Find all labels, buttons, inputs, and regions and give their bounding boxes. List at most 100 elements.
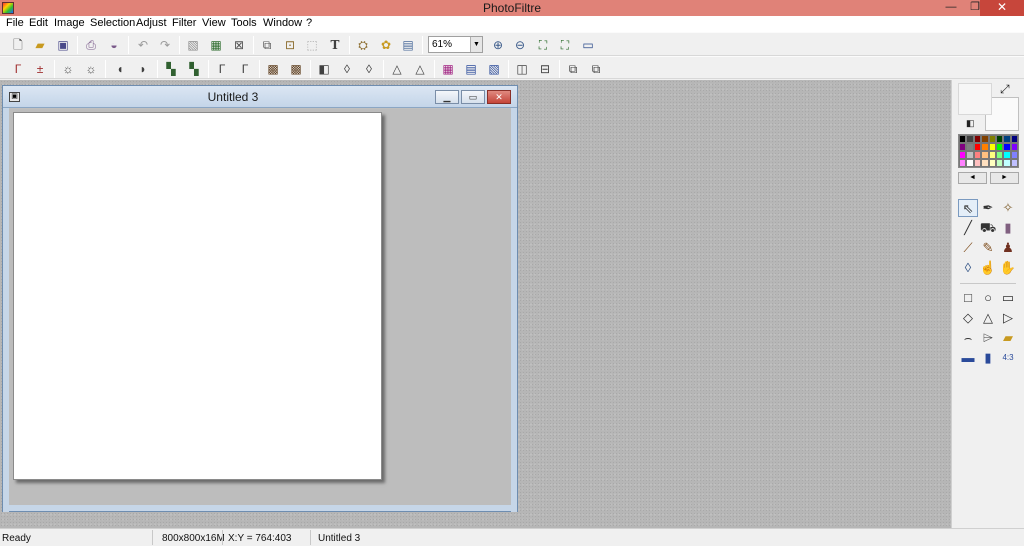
contrast-minus-icon[interactable]: ◖ (112, 61, 128, 77)
soften-icon[interactable]: ◧ (316, 61, 332, 77)
palette-swatch[interactable] (981, 151, 989, 159)
chevron-down-icon[interactable]: ▼ (470, 37, 482, 52)
noise-filter-icon[interactable]: ▩ (288, 61, 304, 77)
menu-help[interactable]: ? (306, 17, 312, 29)
palette-swatch[interactable] (959, 159, 967, 167)
saturation-minus-icon[interactable]: ▚ (163, 61, 179, 77)
palette-swatch[interactable] (966, 151, 974, 159)
close-button[interactable]: ✕ (980, 0, 1024, 16)
diamond-shape-icon[interactable]: ◇ (958, 309, 978, 327)
right-triangle-shape-icon[interactable]: ▷ (998, 309, 1018, 327)
palette-swatch[interactable] (1010, 135, 1018, 143)
foreground-color-swatch[interactable] (958, 83, 992, 115)
eyedropper-icon[interactable]: ✒ (978, 199, 998, 217)
fit-window-icon[interactable]: ⛶ (557, 37, 573, 53)
palette-swatch[interactable] (995, 143, 1004, 151)
rectangle-shape-icon[interactable]: □ (958, 289, 978, 307)
aspect-ratio-icon[interactable]: 4:3 (998, 349, 1018, 367)
palette-swatch[interactable] (973, 135, 982, 143)
stamp-icon[interactable]: ♟ (998, 239, 1018, 257)
canvas-size-icon[interactable]: ⬚ (304, 37, 320, 53)
copy-icon[interactable]: ▦ (208, 37, 224, 53)
palette-swatch[interactable] (995, 159, 1004, 167)
palette-swatch[interactable] (995, 151, 1004, 159)
palette-swatch[interactable] (959, 151, 967, 159)
scan-icon[interactable]: ◒ (106, 37, 122, 53)
brush-icon[interactable]: ⟋ (958, 239, 978, 257)
image-canvas[interactable] (13, 112, 382, 480)
lasso-icon[interactable]: ⌢ (958, 329, 978, 347)
palette-swatch[interactable] (966, 143, 974, 151)
menu-file[interactable]: File (6, 17, 24, 29)
document-restore-button[interactable]: ▭ (461, 90, 485, 104)
palette-swatch[interactable] (959, 135, 967, 143)
palette-swatch[interactable] (1010, 151, 1018, 159)
blur-drop-icon[interactable]: ◊ (958, 259, 978, 277)
palette-swatch[interactable] (988, 159, 996, 167)
new-file-icon[interactable]: 🗋 (10, 37, 26, 53)
spray-icon[interactable]: ▮ (998, 219, 1018, 237)
dust-filter-icon[interactable]: ▩ (265, 61, 281, 77)
menu-selection[interactable]: Selection (90, 17, 135, 29)
sharpen-icon[interactable]: ◊ (361, 61, 377, 77)
image-size-icon[interactable]: ⊡ (282, 37, 298, 53)
zoom-select[interactable]: 61% ▼ (428, 36, 483, 53)
palette-swatch[interactable] (973, 143, 982, 151)
gamma-plus-icon[interactable]: Γ (237, 61, 253, 77)
rotate-left-icon[interactable]: ⧉ (565, 61, 581, 77)
triangle-shape-icon[interactable]: △ (978, 309, 998, 327)
aspect-portrait-icon[interactable]: ▮ (978, 349, 998, 367)
palette-swatch[interactable] (1003, 135, 1011, 143)
menu-adjust[interactable]: Adjust (136, 17, 167, 29)
palette-swatch[interactable] (981, 135, 989, 143)
palette-swatch[interactable] (966, 159, 974, 167)
palette-swatch[interactable] (1010, 159, 1018, 167)
reset-colors-icon[interactable]: ◧ (966, 118, 976, 128)
palette-swatch[interactable] (1003, 151, 1011, 159)
duplicate-icon[interactable]: ⧉ (259, 37, 275, 53)
advanced-brush-icon[interactable]: ✎ (978, 239, 998, 257)
palette-swatch[interactable] (973, 151, 982, 159)
paste-icon[interactable]: ⊠ (231, 37, 247, 53)
palette-swatch[interactable] (981, 159, 989, 167)
palette-swatch[interactable] (1010, 143, 1018, 151)
contrast-plus-icon[interactable]: ◗ (135, 61, 151, 77)
palette-swatch[interactable] (988, 143, 996, 151)
undo-icon[interactable]: ↶ (135, 37, 151, 53)
palette-swatch[interactable] (995, 135, 1004, 143)
menu-tools[interactable]: Tools (231, 17, 257, 29)
palette-swatch[interactable] (988, 135, 996, 143)
selection-tool-icon[interactable]: ⇖ (958, 199, 978, 217)
line-tool-icon[interactable]: ╱ (958, 219, 978, 237)
palette-next-button[interactable]: ► (990, 172, 1019, 184)
palette-swatch[interactable] (1003, 159, 1011, 167)
aspect-landscape-icon[interactable]: ▬ (958, 349, 978, 367)
menu-view[interactable]: View (202, 17, 226, 29)
auto-levels-icon[interactable]: Γ (10, 61, 26, 77)
document-titlebar[interactable]: ▣ Untitled 3 ▁ ▭ ✕ (3, 86, 517, 108)
palette-swatch[interactable] (981, 143, 989, 151)
menu-filter[interactable]: Filter (172, 17, 196, 29)
print-icon[interactable]: ⎙ (83, 37, 99, 53)
menu-edit[interactable]: Edit (29, 17, 48, 29)
open-folder-icon[interactable]: ▰ (32, 37, 48, 53)
actual-size-icon[interactable]: ⛶ (535, 37, 551, 53)
auto-contrast-icon[interactable]: ± (32, 61, 48, 77)
menu-window[interactable]: Window (263, 17, 302, 29)
brightness-plus-icon[interactable]: ☼ (83, 61, 99, 77)
menu-image[interactable]: Image (54, 17, 85, 29)
emboss-icon[interactable]: △ (389, 61, 405, 77)
minimize-button[interactable]: — (938, 0, 964, 16)
flip-horizontal-icon[interactable]: ◫ (514, 61, 530, 77)
brightness-minus-icon[interactable]: ☼ (60, 61, 76, 77)
palette-swatch[interactable] (1003, 143, 1011, 151)
zoom-out-icon[interactable]: ⊖ (512, 37, 528, 53)
palette-swatch[interactable] (966, 135, 974, 143)
zoom-in-icon[interactable]: ⊕ (490, 37, 506, 53)
gamma-minus-icon[interactable]: Γ (214, 61, 230, 77)
color-balance-icon[interactable]: ▦ (440, 61, 456, 77)
magic-wand-icon[interactable]: ✧ (998, 199, 1018, 217)
saturation-plus-icon[interactable]: ▚ (186, 61, 202, 77)
smudge-icon[interactable]: ☝ (978, 259, 998, 277)
rotate-right-icon[interactable]: ⧉ (588, 61, 604, 77)
